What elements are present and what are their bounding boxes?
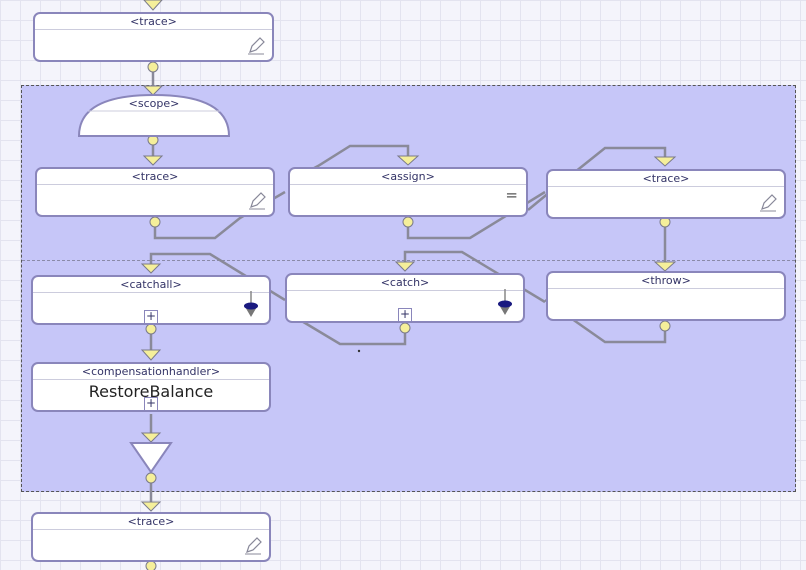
trace-node-right[interactable]: <trace> [546, 169, 786, 219]
assign-node[interactable]: <assign> = [288, 167, 528, 217]
assign-equals-icon: = [505, 186, 518, 204]
node-title: <trace> [35, 14, 272, 30]
edit-pencil-icon[interactable] [243, 536, 263, 556]
edit-pencil-icon[interactable] [246, 36, 266, 56]
node-title: <catchall> [33, 277, 269, 293]
fault-drop-icon [498, 289, 512, 315]
node-title: <trace> [33, 514, 269, 530]
trace-node-top[interactable]: <trace> [33, 12, 274, 62]
expand-compensation-button[interactable]: + [144, 397, 158, 411]
node-title: <trace> [548, 171, 784, 187]
fault-drop-icon [244, 291, 258, 317]
node-title: <trace> [37, 169, 273, 185]
expand-catch-button[interactable]: + [398, 308, 412, 322]
node-title: <assign> [290, 169, 526, 185]
throw-node[interactable]: <throw> [546, 271, 786, 321]
node-title: <compensationhandler> [33, 364, 269, 380]
node-title: <catch> [287, 275, 523, 291]
trace-node-bottom[interactable]: <trace> [31, 512, 271, 562]
scope-title: <scope> [128, 97, 180, 110]
trace-node-left[interactable]: <trace> [35, 167, 275, 217]
node-title: <throw> [548, 273, 784, 289]
edit-pencil-icon[interactable] [247, 191, 267, 211]
edit-pencil-icon[interactable] [758, 193, 778, 213]
expand-catchall-button[interactable]: + [144, 310, 158, 324]
join-triangle [129, 442, 173, 474]
